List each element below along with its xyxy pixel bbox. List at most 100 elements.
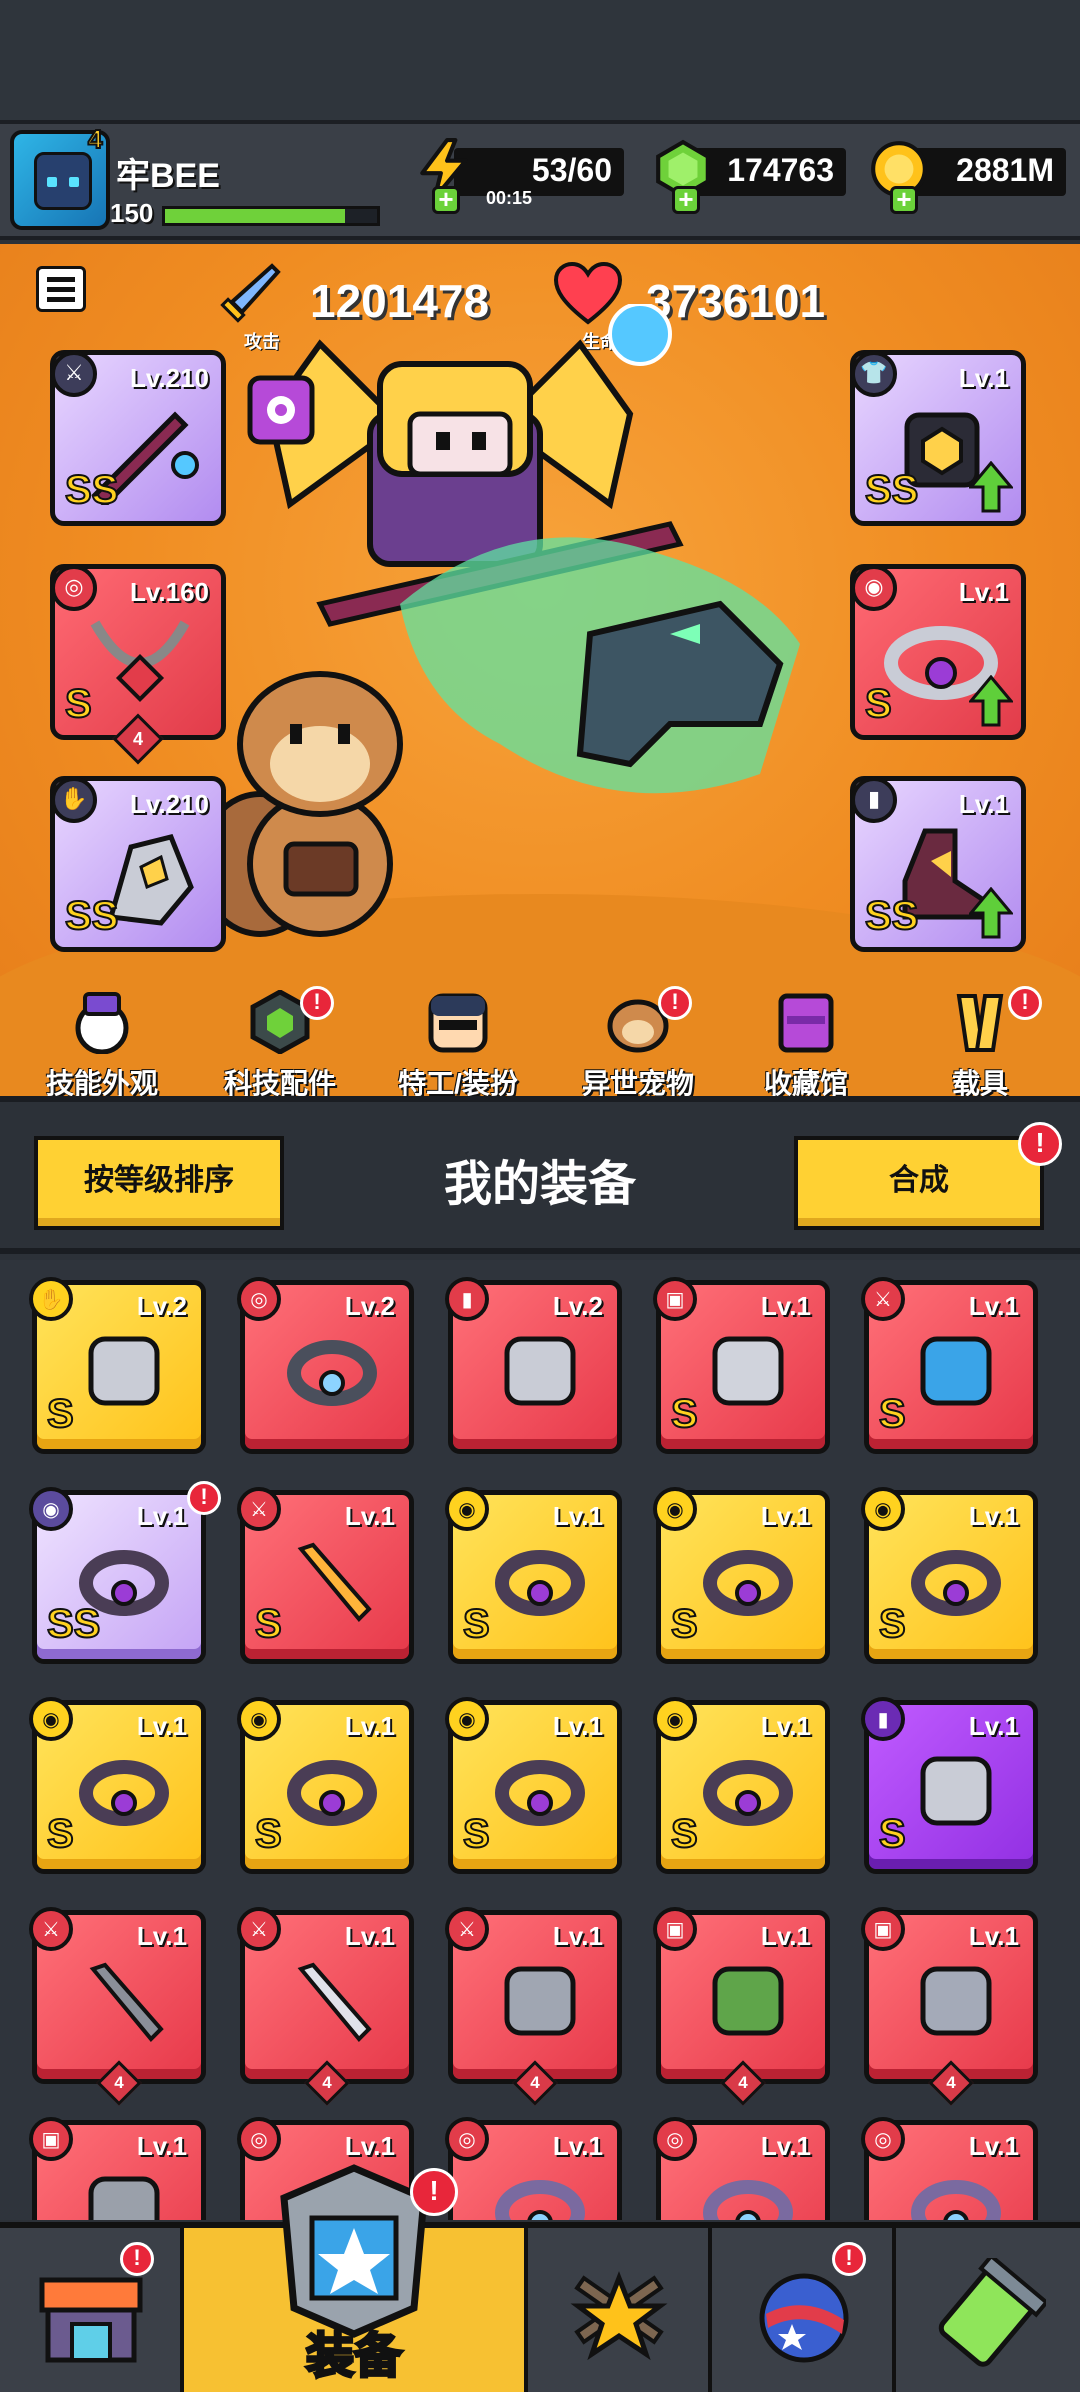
inventory-item[interactable]: ◎ Lv.1 (861, 2117, 1038, 2220)
player-name: 牢BEE (116, 157, 220, 195)
item-level: Lv.1 (760, 1501, 811, 1531)
necklace-slot-icon: ◎ (237, 1277, 281, 1321)
boots-slot-icon: ▮ (851, 777, 897, 823)
notification-badge: ! (1008, 986, 1042, 1020)
inventory-item[interactable]: ◉ Lv.1 S (653, 1487, 830, 1664)
equipped-boots-slot[interactable]: ▮ Lv.1 SS (850, 776, 1026, 952)
boots-slot-icon: ▮ (861, 1697, 905, 1741)
item-level: Lv.1 (344, 1921, 395, 1951)
equipped-belt-slot[interactable]: ◉ Lv.1 S (850, 564, 1026, 740)
item-level: Lv.1 (968, 2131, 1019, 2161)
steel-armor-icon (920, 1966, 992, 2036)
collection-button[interactable]: 收藏馆 (716, 990, 896, 1096)
nav-equipment[interactable]: ! 装备 (184, 2164, 528, 2392)
equipped-level: Lv.1 (958, 577, 1009, 607)
pet-button[interactable]: ! 异世宠物 (548, 986, 728, 1096)
inventory-item[interactable]: ▣ Lv.1 S (653, 1277, 830, 1454)
armor-slot-icon: ▣ (29, 2117, 73, 2161)
tech-parts-button[interactable]: ! 科技配件 (190, 986, 370, 1096)
add-gold-button[interactable]: + (890, 186, 918, 214)
energy-value: 53/60 (531, 152, 612, 188)
equipped-armor-slot[interactable]: 👕 Lv.1 SS (850, 350, 1026, 526)
add-gems-button[interactable]: + (672, 186, 700, 214)
agent-costume-button[interactable]: 特工/装扮 (368, 990, 548, 1096)
item-rank: S (878, 1811, 907, 1857)
nav-shop[interactable]: ! (0, 2228, 184, 2392)
equipped-necklace-slot[interactable]: ◎ Lv.160 S 4 (50, 564, 226, 765)
inventory-item[interactable]: ▮ Lv.1 S (861, 1697, 1038, 1874)
item-rank: S (462, 1811, 491, 1857)
machete-icon (297, 1962, 372, 2042)
item-count-badge: 4 (112, 713, 164, 765)
notification-badge: ! (658, 986, 692, 1020)
skill-gem-icon[interactable] (246, 374, 316, 446)
inventory-item[interactable]: ▣ Lv.1 4 (653, 1907, 830, 2106)
weapon-slot-icon: ⚔ (29, 1907, 73, 1951)
item-level: Lv.1 (136, 1501, 187, 1531)
skill-skin-button[interactable]: 技能外观 (12, 990, 192, 1096)
chest-armor-icon (712, 1336, 784, 1406)
inventory-item[interactable]: ◉ Lv.1 S (861, 1487, 1038, 1664)
inventory-item[interactable]: ◉ Lv.1 S (445, 1697, 622, 1874)
item-level: Lv.1 (136, 1711, 187, 1741)
belt-slot-icon: ◉ (851, 565, 897, 611)
star-level: 4 (87, 123, 104, 155)
item-rank: S (670, 1391, 699, 1437)
skill-skin-icon (75, 992, 129, 1055)
hero-stage: 攻击 1201478 生命 3736101 ⚔ Lv.210 SS ◎ Lv.1… (0, 244, 1080, 1096)
inventory-item[interactable]: ✋ Lv.2 S (29, 1277, 206, 1454)
armor-slot-icon: ▣ (653, 1907, 697, 1951)
necklace-icon (911, 2180, 1001, 2220)
inventory-item[interactable]: ⚔ Lv.1 S (861, 1277, 1038, 1454)
inventory-item[interactable]: ▮ Lv.2 (445, 1277, 622, 1454)
chain-necklace-icon (90, 620, 190, 703)
belt-icon (79, 1760, 169, 1826)
nav-battle[interactable] (528, 2228, 712, 2392)
inventory-item[interactable]: ◉ Lv.1 S (237, 1697, 414, 1874)
item-count-badge: 4 (304, 2060, 350, 2106)
equipped-weapon-slot[interactable]: ⚔ Lv.210 SS (50, 350, 226, 526)
inventory-item[interactable]: ◎ Lv.1 (445, 2117, 622, 2220)
inventory-item[interactable]: ⚔ Lv.1 4 (445, 1907, 622, 2106)
boots-slot-icon: ▮ (445, 1277, 489, 1321)
nav-label: 装备 (304, 2329, 403, 2385)
item-level: Lv.1 (968, 1501, 1019, 1531)
belt-slot-icon: ◉ (653, 1697, 697, 1741)
vehicle-button[interactable]: ! 载具 (890, 986, 1070, 1096)
inventory-grid: ✋ Lv.2 S ◎ Lv.2 ▮ Lv.2 ▣ Lv.1 S ⚔ Lv.1 S ◉ Lv.1 SS! ⚔ Lv.… (0, 1260, 1080, 2220)
item-level: Lv.1 (552, 1921, 603, 1951)
gloves-slot-icon: ✋ (29, 1277, 73, 1321)
inventory-item[interactable]: ⚔ Lv.1 4 (29, 1907, 206, 2106)
add-energy-button[interactable]: + (432, 186, 460, 214)
inventory-item[interactable]: ◎ Lv.2 (237, 1277, 414, 1454)
menu-icon[interactable] (36, 266, 86, 312)
inventory-item[interactable]: ▣ Lv.1 4 (861, 1907, 1038, 2106)
weapon-slot-icon: ⚔ (237, 1487, 281, 1531)
item-rank: S (670, 1601, 699, 1647)
upgrade-arrow-icon (969, 887, 1013, 939)
inventory-item[interactable]: ◉ Lv.1 S (653, 1697, 830, 1874)
equipment-header: 按等级排序 我的装备 合成 ! (0, 1096, 1080, 1254)
item-level: Lv.2 (552, 1291, 603, 1321)
item-level: Lv.2 (136, 1291, 187, 1321)
feature-label: 收藏馆 (763, 1068, 848, 1096)
equipped-level: Lv.1 (958, 363, 1009, 393)
merge-button[interactable]: 合成 (794, 1136, 1044, 1230)
gauntlet-icon (88, 1336, 160, 1406)
item-rank: SS (46, 1601, 101, 1647)
inventory-item[interactable]: ◉ Lv.1 S (445, 1487, 622, 1664)
energy-timer: 00:15 (486, 188, 533, 208)
nav-gene[interactable] (896, 2228, 1080, 2392)
inventory-item[interactable]: ◉ Lv.1 SS! (29, 1481, 221, 1664)
inventory-item[interactable]: ▣ Lv.1 (29, 2117, 206, 2220)
inventory-item[interactable]: ◉ Lv.1 S (29, 1697, 206, 1874)
inventory-item[interactable]: ◎ Lv.1 (653, 2117, 830, 2220)
energy-counter[interactable]: 53/60 (454, 148, 624, 196)
equipped-gloves-slot[interactable]: ✋ Lv.210 SS (50, 776, 226, 952)
avatar-face (34, 152, 92, 210)
planet-icon (759, 2273, 849, 2363)
notification-badge: ! (120, 2242, 154, 2276)
nav-planet[interactable]: ! (712, 2228, 896, 2392)
inventory-item[interactable]: ⚔ Lv.1 S (237, 1487, 414, 1664)
inventory-item[interactable]: ⚔ Lv.1 4 (237, 1907, 414, 2106)
